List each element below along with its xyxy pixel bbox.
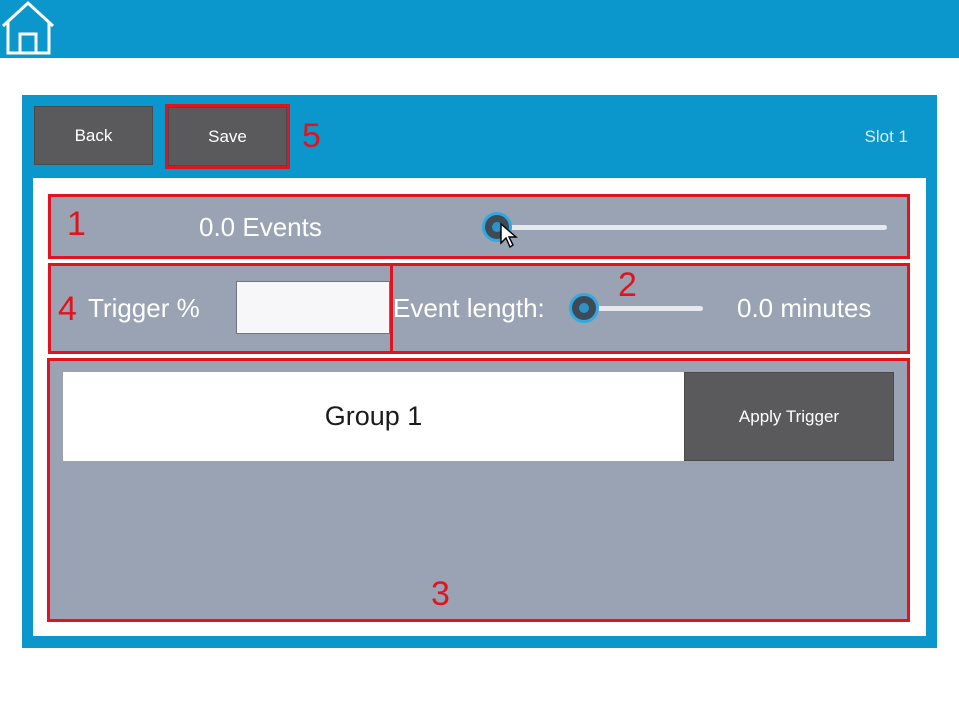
home-icon <box>1 0 55 55</box>
events-slider-track[interactable] <box>500 225 887 230</box>
slot-label: Slot 1 <box>864 127 908 146</box>
trigger-label: Trigger % <box>88 293 200 323</box>
annotation-number-2: 2 <box>618 266 637 304</box>
annotation-number-1: 1 <box>67 205 86 243</box>
group-name: Group 1 <box>324 401 423 431</box>
annotation-number-4: 4 <box>58 290 77 328</box>
apply-trigger-button[interactable]: Apply Trigger <box>684 372 894 461</box>
top-bar <box>0 0 959 58</box>
annotation-number-5: 5 <box>302 117 321 155</box>
home-button[interactable] <box>0 0 58 58</box>
event-length-slider-track[interactable] <box>587 306 703 311</box>
events-label: 0.0 Events <box>199 212 322 242</box>
trigger-percent-input[interactable] <box>236 281 390 334</box>
event-length-value: 0.0 minutes <box>737 293 872 323</box>
annotation-number-3: 3 <box>431 575 450 613</box>
group-row: Group 1 Apply Trigger <box>63 372 894 461</box>
event-length-slider-thumb[interactable] <box>569 293 599 323</box>
back-button[interactable]: Back <box>34 106 153 165</box>
save-button[interactable]: Save <box>168 107 287 166</box>
mouse-cursor-icon <box>500 223 518 249</box>
event-length-label: Event length: <box>393 293 545 323</box>
